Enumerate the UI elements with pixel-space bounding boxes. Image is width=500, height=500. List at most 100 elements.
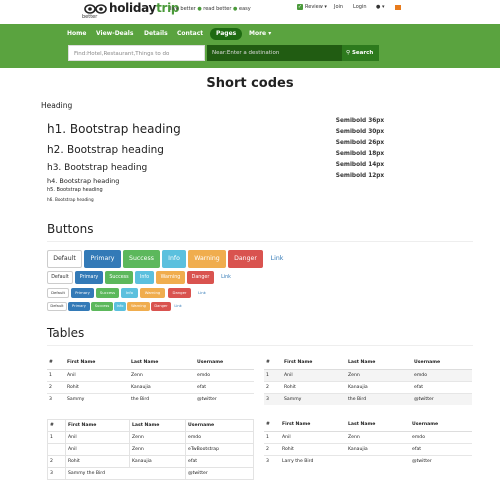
cell: 2 bbox=[47, 455, 66, 468]
nav-more[interactable]: More ▾ bbox=[249, 28, 271, 40]
near-input[interactable]: Near:Enter a destination bbox=[207, 45, 342, 61]
nav-view-deals[interactable]: View-Deals bbox=[96, 28, 133, 40]
warning-button-sm[interactable]: Warning bbox=[140, 288, 165, 298]
cell: efat bbox=[410, 442, 472, 455]
nav-pages[interactable]: Pages bbox=[210, 28, 243, 40]
search-button[interactable]: ⚲ Search bbox=[342, 45, 379, 61]
cell: 3 bbox=[264, 454, 280, 467]
cell: Anil bbox=[280, 430, 346, 443]
warning-button-xs[interactable]: Warning bbox=[127, 302, 150, 311]
default-button-lg[interactable]: Default bbox=[47, 250, 82, 268]
col-num: # bbox=[47, 419, 66, 432]
table-row: 3 Larry the Bird @twitter bbox=[264, 454, 472, 467]
tables-title: Tables bbox=[47, 326, 85, 340]
cell: @twitter bbox=[195, 392, 254, 405]
danger-button-xs[interactable]: Danger bbox=[151, 302, 171, 311]
table-row: 3 Sammy the Bird @twitter bbox=[264, 392, 472, 405]
cell: Kanaujia bbox=[129, 380, 195, 393]
table-row: 2 Rohit Kanaujia efat bbox=[264, 380, 472, 393]
info-button-xs[interactable]: Info bbox=[114, 302, 126, 311]
heading-label: Heading bbox=[41, 101, 73, 110]
primary-button-sm[interactable]: Primary bbox=[71, 288, 94, 298]
default-button-md[interactable]: Default bbox=[47, 271, 73, 284]
cell: @twitter bbox=[410, 454, 472, 467]
col-first: First Name bbox=[65, 357, 129, 370]
primary-button-md[interactable]: Primary bbox=[75, 271, 103, 284]
info-button-lg[interactable]: Info bbox=[162, 250, 186, 268]
check-icon: ✓ bbox=[297, 4, 303, 10]
cell: 1 bbox=[264, 368, 282, 381]
cell: Kanaujia bbox=[129, 455, 186, 468]
success-button-lg[interactable]: Success bbox=[123, 250, 160, 268]
divider bbox=[47, 345, 473, 346]
cell: 3 bbox=[264, 392, 282, 405]
link-button-xs[interactable]: Link bbox=[172, 302, 184, 311]
semibold-18: Semibold 18px bbox=[335, 151, 385, 157]
table-header-row: # First Name Last Name Username bbox=[47, 419, 254, 432]
top-bar: holidaytrip better live better ● read be… bbox=[0, 0, 500, 24]
login-link[interactable]: Login bbox=[353, 4, 367, 10]
success-button-xs[interactable]: Success bbox=[91, 302, 113, 311]
find-input[interactable]: Find:Hotel,Restaurant,Things to do bbox=[68, 45, 205, 61]
col-last: Last Name bbox=[129, 357, 195, 370]
cell: 3 bbox=[47, 467, 66, 480]
h6-sample: h6. Bootstrap heading bbox=[47, 197, 94, 202]
logo[interactable]: holidaytrip bbox=[109, 1, 180, 15]
hover-table: # First Name Last Name Username 1 Anil Zen… bbox=[264, 419, 472, 467]
user-menu[interactable]: ● ▾ bbox=[376, 4, 384, 10]
link-button-md[interactable]: Link bbox=[217, 271, 235, 284]
default-button-xs[interactable]: Default bbox=[47, 302, 67, 311]
col-first: First Name bbox=[282, 357, 346, 370]
cell: Rohit bbox=[65, 455, 130, 468]
table-row: 1 Anil Zenn emdo bbox=[47, 368, 254, 381]
col-user: Username bbox=[195, 357, 254, 370]
link-button-sm[interactable]: Link bbox=[194, 288, 210, 298]
cell: Sammy bbox=[65, 392, 129, 405]
cell: 2 bbox=[264, 442, 280, 455]
primary-button-xs[interactable]: Primary bbox=[68, 302, 90, 311]
success-button-sm[interactable]: Success bbox=[96, 288, 119, 298]
info-button-md[interactable]: Info bbox=[135, 271, 154, 284]
cell: Larry the Bird bbox=[280, 454, 410, 467]
review-link[interactable]: ✓ Review ▾ bbox=[297, 4, 327, 10]
semibold-12: Semibold 12px bbox=[335, 173, 385, 179]
cell: Anil bbox=[65, 368, 129, 381]
warning-button-lg[interactable]: Warning bbox=[188, 250, 226, 268]
link-button-lg[interactable]: Link bbox=[266, 250, 288, 268]
danger-button-lg[interactable]: Danger bbox=[228, 250, 263, 268]
warning-button-md[interactable]: Warning bbox=[156, 271, 185, 284]
danger-button-md[interactable]: Danger bbox=[187, 271, 214, 284]
h1-sample: h1. Bootstrap heading bbox=[47, 122, 181, 136]
info-button-sm[interactable]: Info bbox=[121, 288, 138, 298]
flag-icon[interactable] bbox=[395, 5, 401, 10]
nav-home[interactable]: Home bbox=[67, 28, 86, 40]
cell: Sammy the Bird bbox=[65, 467, 186, 480]
col-user: Username bbox=[412, 357, 472, 370]
h4-sample: h4. Bootstrap heading bbox=[47, 177, 120, 185]
success-button-md[interactable]: Success bbox=[105, 271, 133, 284]
danger-button-sm[interactable]: Danger bbox=[168, 288, 191, 298]
col-last: Last Name bbox=[346, 357, 412, 370]
col-user: Username bbox=[185, 419, 254, 432]
col-last: Last Name bbox=[129, 419, 186, 432]
h5-sample: h5. Bootstrap heading bbox=[47, 187, 103, 193]
cell: 3 bbox=[47, 392, 65, 405]
h3-sample: h3. Bootstrap heading bbox=[47, 163, 148, 173]
col-user: Username bbox=[410, 419, 472, 432]
default-button-sm[interactable]: Default bbox=[47, 288, 69, 298]
col-last: Last Name bbox=[346, 419, 410, 432]
nav-details[interactable]: Details bbox=[144, 28, 168, 40]
cell: emdo bbox=[195, 368, 254, 381]
join-link[interactable]: Join bbox=[334, 4, 343, 10]
nav-contact[interactable]: Contact bbox=[177, 28, 203, 40]
col-num: # bbox=[47, 357, 65, 370]
cell: @twitter bbox=[412, 392, 472, 405]
table-row: 1 Anil Zenn emdo bbox=[264, 368, 472, 381]
cell: Rohit bbox=[280, 442, 346, 455]
user-icon: ● bbox=[376, 4, 381, 10]
table-row: 1 Anil Zenn emdo bbox=[264, 430, 472, 443]
semibold-26: Semibold 26px bbox=[335, 140, 385, 146]
primary-button-lg[interactable]: Primary bbox=[84, 250, 121, 268]
cell: Sammy bbox=[282, 392, 346, 405]
cell: emdo bbox=[410, 430, 472, 443]
